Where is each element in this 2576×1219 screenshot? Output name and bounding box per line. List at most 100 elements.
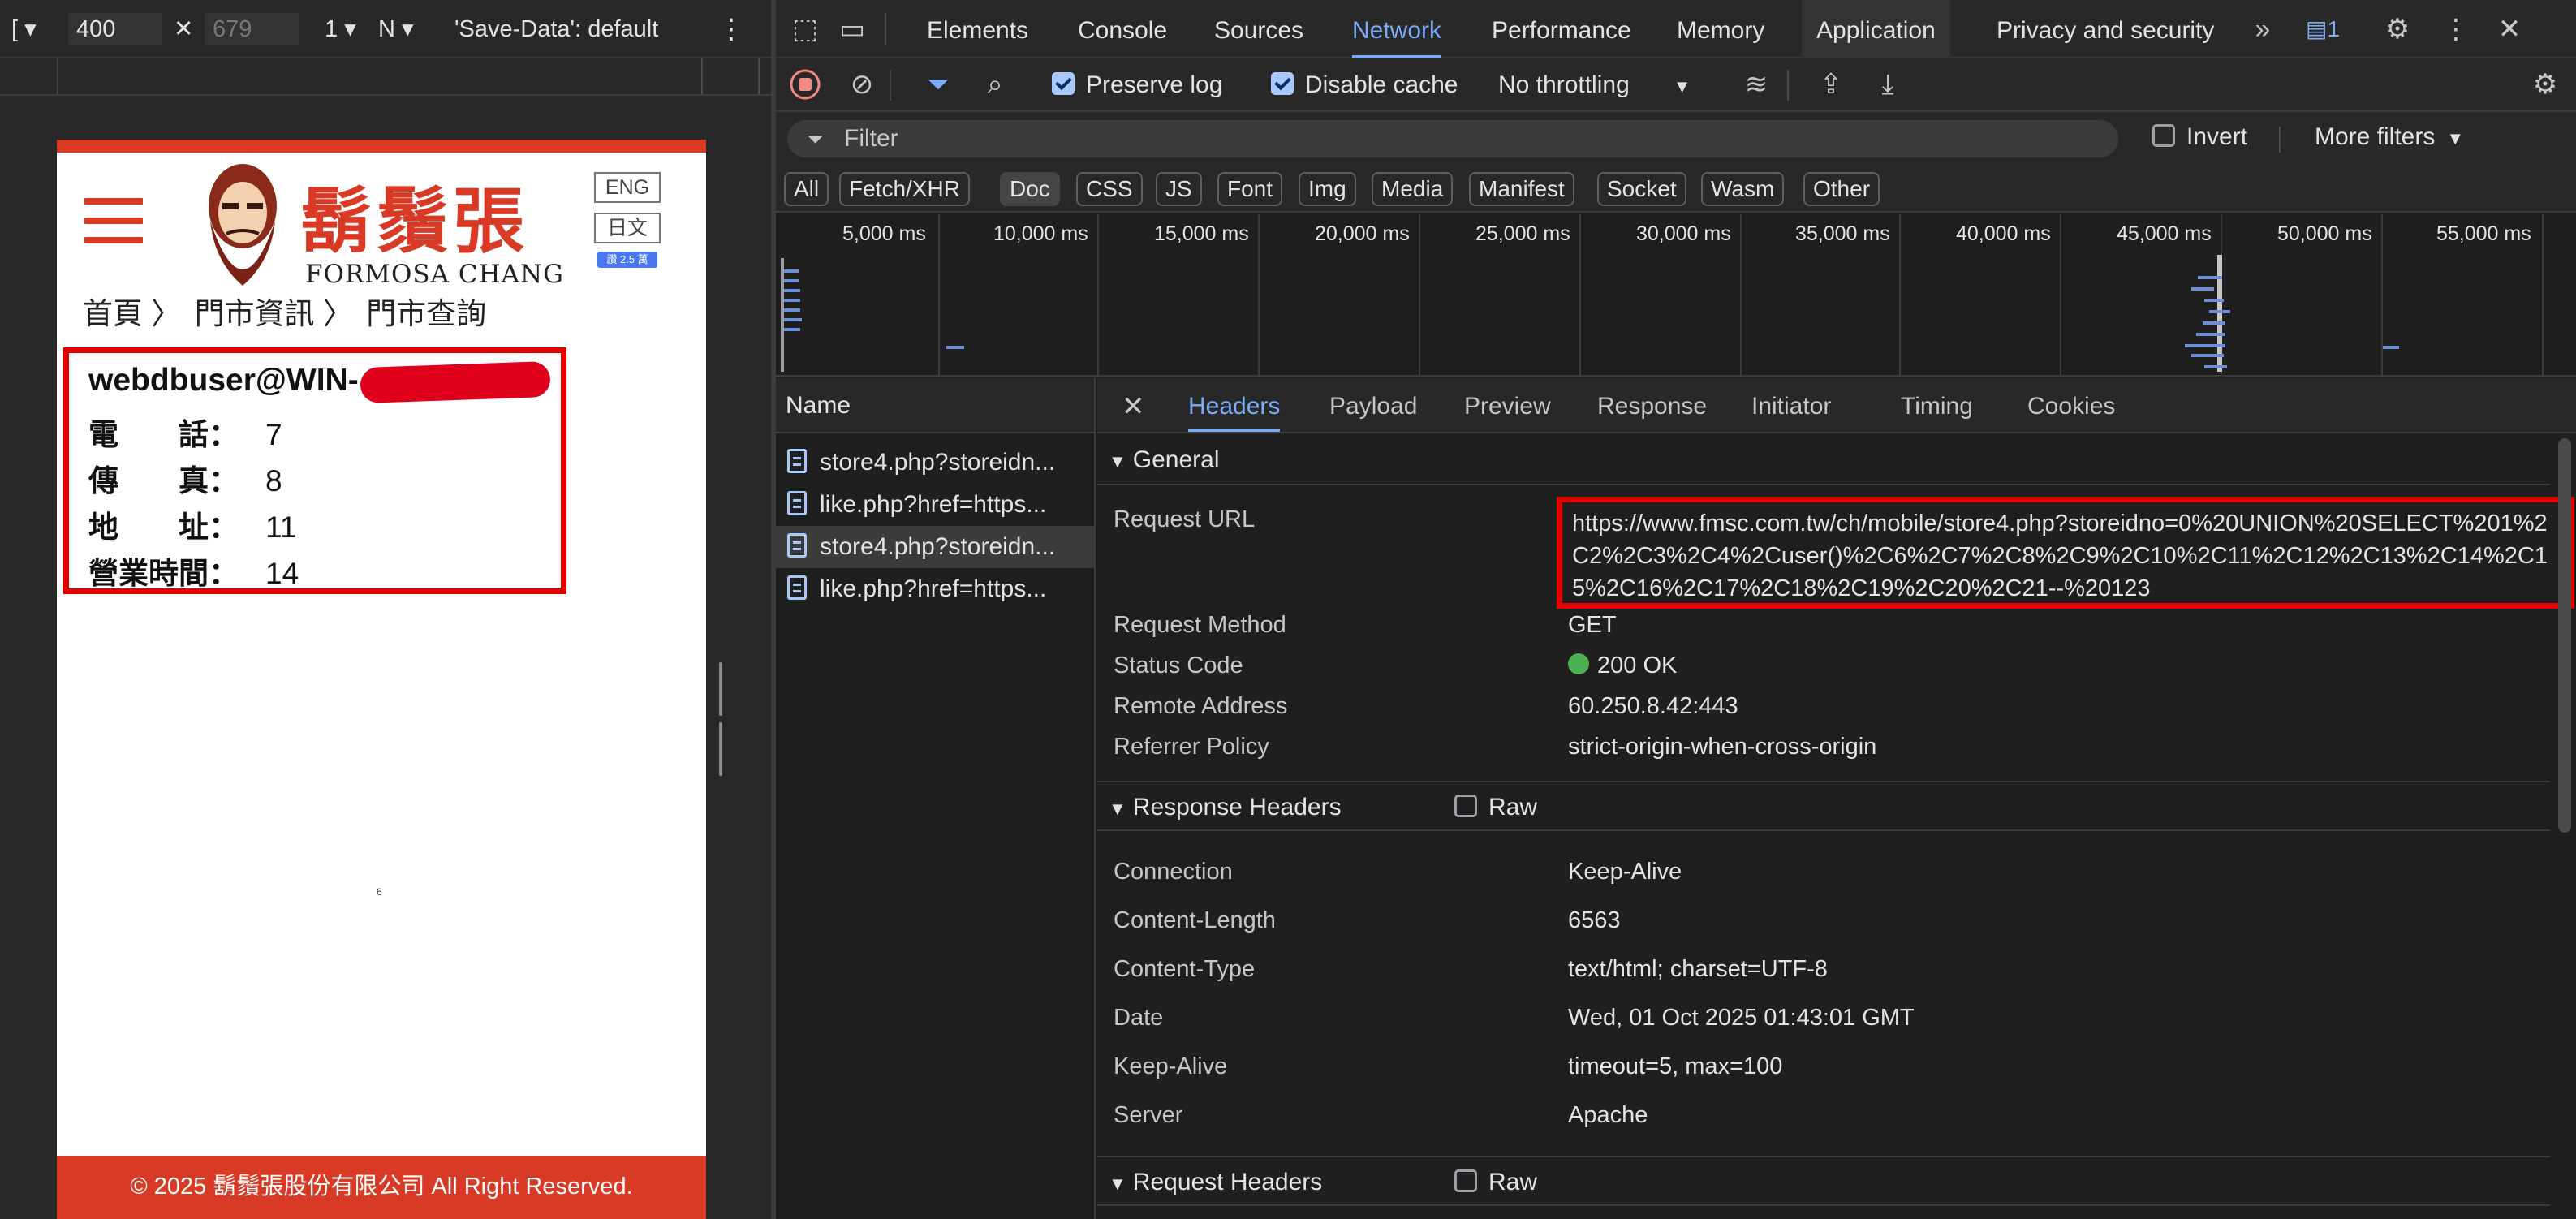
type-other[interactable]: Other: [1803, 172, 1880, 206]
timeline-request-bar: [784, 328, 800, 331]
height-input[interactable]: 679: [205, 13, 299, 45]
type-img[interactable]: Img: [1299, 172, 1356, 206]
request-url-value[interactable]: https://www.fmsc.com.tw/ch/mobile/store4…: [1572, 507, 2564, 605]
name-column-header[interactable]: Name: [776, 378, 1094, 433]
width-input[interactable]: 400: [68, 13, 162, 45]
tab-elements[interactable]: Elements: [927, 0, 1028, 58]
request-row[interactable]: like.php?href=https...: [776, 568, 1094, 610]
filter-input[interactable]: ⏷ Filter: [787, 120, 2118, 157]
more-filters-dropdown[interactable]: More filters ▼: [2315, 120, 2464, 154]
tab-performance[interactable]: Performance: [1492, 0, 1631, 58]
toolbar-divider: [885, 13, 886, 45]
throttle-select[interactable]: N ▾: [378, 13, 414, 45]
general-section-header[interactable]: ▼ General: [1097, 435, 2550, 485]
device-toggle-icon[interactable]: ▭: [836, 13, 868, 45]
tab-cookies[interactable]: Cookies: [2027, 378, 2115, 432]
network-settings-icon[interactable]: ⚙: [2529, 68, 2561, 101]
type-doc[interactable]: Doc: [1000, 172, 1060, 206]
detail-tab-bar: ✕ Headers Payload Preview Response Initi…: [1097, 378, 2576, 433]
type-js[interactable]: JS: [1156, 172, 1202, 206]
checkbox-unchecked-icon[interactable]: [1454, 795, 1477, 818]
type-socket[interactable]: Socket: [1597, 172, 1686, 206]
clear-log-icon[interactable]: ⊘: [846, 68, 878, 101]
request-row-selected[interactable]: store4.php?storeidn...: [776, 526, 1094, 568]
tab-privacy-security[interactable]: Privacy and security: [1997, 0, 2214, 58]
timeline-gridline: [1258, 214, 1260, 375]
tab-preview[interactable]: Preview: [1464, 378, 1551, 432]
save-data-select[interactable]: 'Save-Data': default: [454, 13, 658, 45]
hamburger-menu-icon[interactable]: [84, 198, 143, 243]
preserve-log-checkbox[interactable]: Preserve log: [1052, 68, 1222, 102]
network-overview-timeline[interactable]: 5,000 ms 10,000 ms 15,000 ms 20,000 ms 2…: [776, 214, 2576, 377]
store-row-value: 11: [265, 510, 297, 544]
vertical-scrollbar[interactable]: [2558, 438, 2571, 833]
tab-payload[interactable]: Payload: [1329, 378, 1417, 432]
tab-initiator[interactable]: Initiator: [1751, 378, 1831, 432]
device-select[interactable]: [ ▾: [11, 13, 37, 45]
filter-funnel-icon[interactable]: ⏷: [922, 68, 954, 101]
timeline-request-bar: [2198, 276, 2222, 279]
export-har-icon[interactable]: ⤓: [1872, 68, 1904, 101]
type-fetch-xhr[interactable]: Fetch/XHR: [839, 172, 970, 206]
timeline-request-bar: [784, 279, 799, 282]
toolbar-divider: [1787, 70, 1789, 101]
type-all[interactable]: All: [784, 172, 829, 206]
tab-network[interactable]: Network: [1352, 0, 1442, 58]
checkbox-checked-icon[interactable]: [1052, 72, 1075, 96]
request-row[interactable]: like.php?href=https...: [776, 484, 1094, 526]
timeline-label: 20,000 ms: [1315, 222, 1410, 245]
disable-cache-checkbox[interactable]: Disable cache: [1271, 68, 1458, 102]
tab-console[interactable]: Console: [1078, 0, 1167, 58]
type-css[interactable]: CSS: [1076, 172, 1143, 206]
timeline-request-bar: [2191, 287, 2214, 291]
filter-row: ⏷ Filter Invert More filters ▼: [776, 112, 2576, 166]
record-stop-icon[interactable]: [789, 68, 821, 101]
more-options-icon[interactable]: ⋮: [717, 13, 745, 45]
type-media[interactable]: Media: [1372, 172, 1454, 206]
inspect-element-icon[interactable]: ⬚: [789, 13, 821, 45]
lang-eng-button[interactable]: ENG: [594, 172, 661, 203]
tab-response[interactable]: Response: [1597, 378, 1707, 432]
close-detail-icon[interactable]: ✕: [1122, 378, 1145, 432]
raw-toggle[interactable]: Raw: [1454, 1157, 1537, 1208]
fb-like-button[interactable]: 讚 2.5 萬: [597, 252, 657, 268]
issues-button[interactable]: ▤1: [2298, 13, 2347, 45]
type-wasm[interactable]: Wasm: [1701, 172, 1785, 206]
response-headers-section-header[interactable]: ▼ Response Headers Raw: [1097, 781, 2550, 831]
invert-checkbox[interactable]: Invert: [2152, 120, 2247, 154]
type-manifest[interactable]: Manifest: [1469, 172, 1574, 206]
timeline-request-bar: [2185, 344, 2225, 347]
close-devtools-icon[interactable]: ✕: [2493, 13, 2526, 45]
checkbox-checked-icon[interactable]: [1271, 72, 1294, 96]
timeline-label: 50,000 ms: [2277, 222, 2372, 245]
resize-handle[interactable]: [719, 662, 730, 776]
more-tabs-icon[interactable]: »: [2246, 13, 2279, 45]
tab-memory[interactable]: Memory: [1677, 0, 1764, 58]
tab-sources[interactable]: Sources: [1214, 0, 1303, 58]
type-font[interactable]: Font: [1217, 172, 1283, 206]
ruler-segment: [58, 58, 703, 94]
search-icon[interactable]: ⌕: [979, 68, 1011, 101]
network-toolbar: ⊘ ⏷ ⌕ Preserve log Disable cache No thro…: [776, 58, 2576, 112]
breadcrumb-home[interactable]: 首頁 〉: [83, 297, 181, 330]
settings-gear-icon[interactable]: ⚙: [2381, 13, 2414, 45]
request-row[interactable]: store4.php?storeidn...: [776, 442, 1094, 484]
timeline-gridline: [1740, 214, 1742, 375]
request-detail-panel: ✕ Headers Payload Preview Response Initi…: [1097, 378, 2576, 1219]
timeline-request-bar: [784, 289, 800, 292]
tab-headers[interactable]: Headers: [1188, 378, 1281, 432]
devtools-menu-icon[interactable]: ⋮: [2440, 13, 2472, 45]
import-har-icon[interactable]: ⇪: [1815, 68, 1847, 101]
checkbox-unchecked-icon[interactable]: [1454, 1169, 1477, 1193]
lang-jp-button[interactable]: 日文: [594, 213, 661, 243]
network-conditions-icon[interactable]: ≋: [1740, 68, 1773, 101]
raw-toggle[interactable]: Raw: [1454, 782, 1537, 833]
store-hours-row: 營業時間： 14: [88, 549, 299, 592]
tab-application[interactable]: Application: [1802, 0, 1950, 58]
throttling-select[interactable]: No throttling ▼: [1498, 68, 1691, 102]
request-headers-section-header[interactable]: ▼ Request Headers Raw: [1097, 1156, 2550, 1206]
tab-timing[interactable]: Timing: [1901, 378, 1973, 432]
zoom-select[interactable]: 1 ▾: [325, 13, 356, 45]
breadcrumb-store-info[interactable]: 門市資訊 〉: [195, 297, 353, 330]
checkbox-unchecked-icon[interactable]: [2152, 124, 2175, 148]
